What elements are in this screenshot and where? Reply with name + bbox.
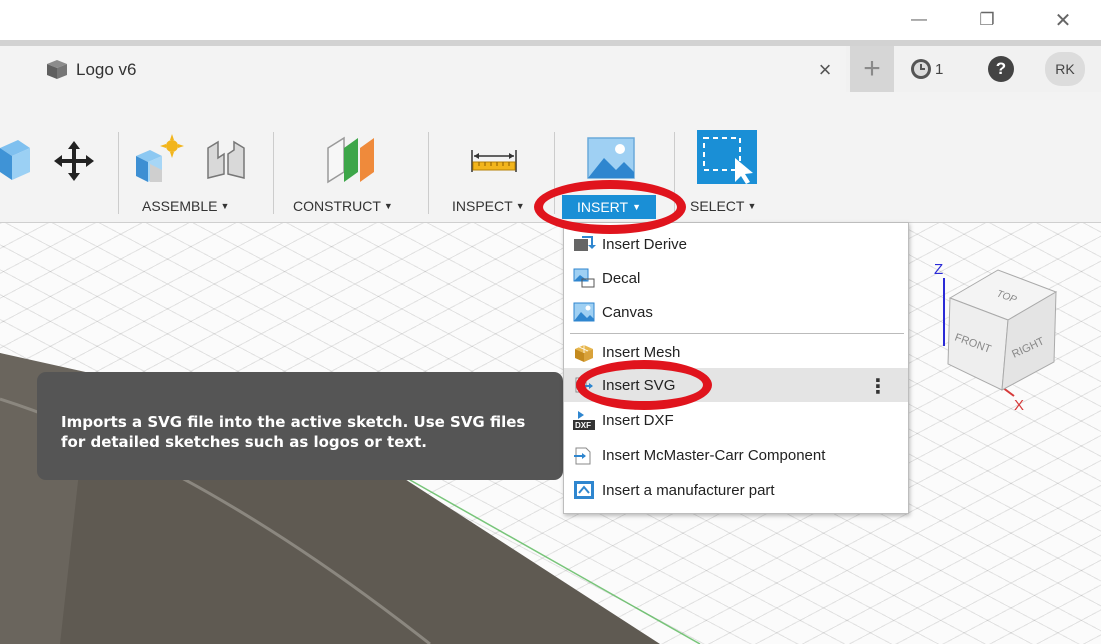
- restore-icon: ❐: [979, 10, 995, 29]
- menu-item-insert-dxf[interactable]: DXF Insert DXF: [564, 403, 908, 437]
- dxf-icon: DXF: [573, 411, 595, 430]
- job-count: 1: [935, 60, 944, 78]
- select-label: SELECT: [690, 198, 745, 214]
- close-icon: ✕: [1054, 9, 1072, 32]
- plus-icon: +: [863, 52, 881, 85]
- canvas-icon: [573, 302, 595, 322]
- dxf-badge: DXF: [575, 421, 591, 430]
- new-component-icon[interactable]: [132, 134, 186, 186]
- menu-item-decal[interactable]: Decal: [564, 261, 908, 295]
- mcmaster-icon: [574, 447, 591, 465]
- document-box-icon: [47, 60, 67, 79]
- measure-icon[interactable]: [468, 142, 520, 182]
- move-icon[interactable]: [48, 137, 100, 185]
- axis-z-label: Z: [934, 261, 943, 278]
- menu-item-label: Insert McMaster-Carr Component: [602, 446, 826, 464]
- highlight-oval-insert-svg: [576, 360, 712, 410]
- caret-down-icon: ▼: [220, 201, 230, 211]
- menu-item-label: Insert DXF: [602, 411, 674, 429]
- decal-icon: [573, 268, 595, 288]
- menu-item-insert-manufacturer-part[interactable]: Insert a manufacturer part: [564, 473, 908, 507]
- select-icon[interactable]: [695, 128, 759, 186]
- caret-down-icon: ▼: [515, 201, 525, 211]
- restore-button[interactable]: ❐: [964, 4, 1010, 36]
- tooltip: Imports a SVG file into the active sketc…: [37, 372, 563, 480]
- menu-item-label: Decal: [602, 269, 641, 287]
- inspect-menu[interactable]: INSPECT ▼: [452, 198, 525, 214]
- more-options-icon[interactable]: ⋮: [868, 374, 888, 399]
- close-window-button[interactable]: ✕: [1040, 4, 1086, 36]
- assemble-menu[interactable]: ASSEMBLE ▼: [142, 198, 229, 214]
- new-tab-button[interactable]: +: [850, 46, 894, 92]
- construct-menu[interactable]: CONSTRUCT ▼: [293, 198, 393, 214]
- offset-plane-icon[interactable]: [322, 132, 380, 188]
- menu-item-canvas[interactable]: Canvas: [564, 295, 908, 329]
- tab-close-button[interactable]: ×: [812, 57, 838, 83]
- menu-item-label: Insert a manufacturer part: [602, 481, 775, 499]
- user-avatar[interactable]: RK: [1045, 52, 1085, 86]
- joint-icon[interactable]: [200, 134, 254, 186]
- menu-item-label: Canvas: [602, 303, 653, 321]
- toolbar-separator: [118, 132, 119, 214]
- mesh-icon: [575, 345, 593, 362]
- toolbar-separator: [428, 132, 429, 214]
- minimize-icon: —: [911, 11, 927, 28]
- assemble-label: ASSEMBLE: [142, 198, 218, 214]
- menu-item-label: Insert Derive: [602, 235, 688, 253]
- help-icon: ?: [995, 59, 1007, 78]
- inspect-label: INSPECT: [452, 198, 513, 214]
- select-menu[interactable]: SELECT ▼: [690, 198, 756, 214]
- tooltip-text: Imports a SVG file into the active sketc…: [61, 413, 526, 451]
- solid-box-icon[interactable]: [0, 134, 30, 186]
- toolbar-separator: [273, 132, 274, 214]
- menu-item-insert-mcmaster[interactable]: Insert McMaster-Carr Component: [564, 438, 908, 472]
- caret-down-icon: ▼: [383, 201, 393, 211]
- axis-x-label: X: [1014, 397, 1024, 414]
- job-status-button[interactable]: 1: [910, 56, 943, 82]
- menu-separator: [570, 333, 904, 334]
- highlight-oval-insert: [534, 180, 686, 234]
- help-button[interactable]: ?: [988, 56, 1014, 82]
- menu-item-label: Insert Mesh: [602, 343, 681, 361]
- user-initials: RK: [1055, 61, 1075, 77]
- clock-icon: [911, 59, 931, 79]
- construct-label: CONSTRUCT: [293, 198, 381, 214]
- caret-down-icon: ▼: [747, 201, 757, 211]
- close-tab-icon: ×: [818, 57, 832, 82]
- derive-icon: [574, 236, 596, 251]
- image-insert-icon[interactable]: [586, 134, 636, 182]
- manufacturer-part-icon: [574, 481, 594, 499]
- viewcube[interactable]: Z X TOP FRONT RIGHT: [930, 258, 1070, 418]
- minimize-button[interactable]: —: [896, 4, 942, 36]
- document-tab-title: Logo v6: [76, 60, 137, 79]
